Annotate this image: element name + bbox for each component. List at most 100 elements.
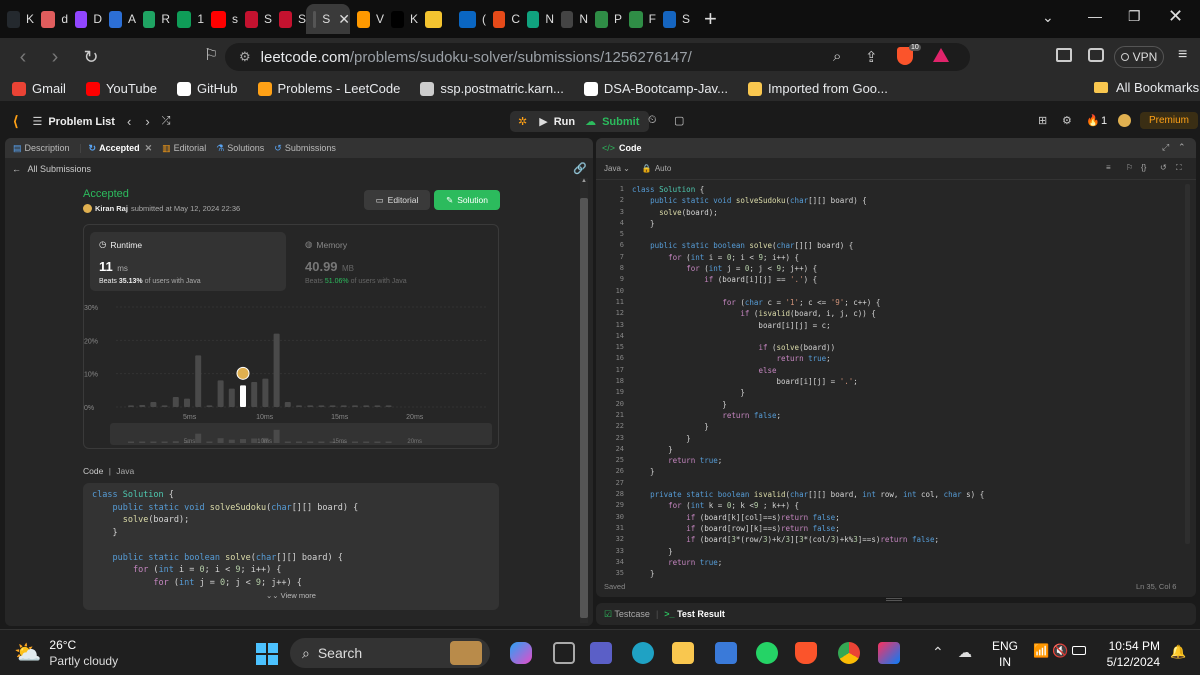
browser-tab[interactable]: A [102,4,136,34]
brave-rewards-icon[interactable] [933,48,949,62]
browser-tab[interactable]: ( [452,4,486,34]
tab-submissions[interactable]: ↺ Submissions [274,143,336,154]
chart-bar[interactable] [217,380,224,407]
bookmark-item[interactable]: Problems - LeetCode [257,81,400,96]
chart-bar[interactable] [318,405,325,407]
close-tab-icon[interactable]: ✕ [145,143,153,154]
browser-tab[interactable]: 1 [170,4,204,34]
browser-tab[interactable]: K [0,4,34,34]
close-tab-icon[interactable]: ✕ [338,11,350,28]
chart-bar[interactable] [307,405,314,407]
whatsapp-icon[interactable] [756,642,778,664]
bookmark-item[interactable]: Imported from Goo... [747,81,888,96]
chart-bar[interactable] [128,405,134,407]
editorial-button[interactable]: ▭ Editorial [364,190,430,210]
weather-widget[interactable]: ⛅ 26°C Partly cloudy [14,637,118,669]
braces-icon[interactable]: {} [1141,163,1146,172]
browser-tab[interactable]: R [136,4,170,34]
user-avatar[interactable] [83,204,92,213]
chart-bar[interactable] [251,382,258,407]
chart-bar[interactable] [150,402,157,407]
chart-bar[interactable] [172,397,179,407]
site-settings-icon[interactable]: ⚙ [239,49,251,65]
chart-bar[interactable] [363,405,370,407]
chart-bar[interactable] [262,378,269,407]
task-view-icon[interactable] [553,642,575,664]
volume-mute-icon[interactable]: 🔇 [1052,643,1068,659]
scroll-thumb[interactable] [580,198,588,618]
browser-tab[interactable]: N [520,4,554,34]
browser-tab[interactable]: S ✕ [306,4,350,34]
problem-list-label[interactable]: Problem List [48,116,115,128]
chrome-icon[interactable] [838,642,860,664]
chart-bar[interactable] [340,405,347,407]
submit-button[interactable]: Submit [596,116,649,128]
wallet-icon[interactable] [1088,48,1104,62]
browser-tab[interactable]: S [238,4,272,34]
memory-card[interactable]: ◍ Memory 40.99 MB Beats 51.06% of users w… [296,232,492,291]
all-submissions-link[interactable]: ← All Submissions [12,164,91,174]
premium-button[interactable]: Premium [1140,112,1199,129]
taskbar-search[interactable]: ⌕ Search [290,638,490,668]
chart-bar[interactable] [139,405,146,407]
chart-bar[interactable] [195,355,202,407]
auto-label[interactable]: Auto [655,164,671,173]
browser-tab[interactable]: K [384,4,418,34]
onedrive-icon[interactable]: ☁ [958,644,972,661]
resize-handle[interactable] [886,598,902,601]
debug-icon[interactable]: ✲ [510,115,535,128]
lang-select[interactable]: Java ⌄ [604,164,630,173]
wifi-icon[interactable]: 📶 [1033,643,1049,659]
intellij-icon[interactable] [878,642,900,664]
code-editor[interactable]: class Solution { public static void solv… [632,184,1182,579]
tray-overflow-icon[interactable]: ⌃ [932,644,944,661]
user-name[interactable]: Kiran Raj [95,204,128,213]
solution-button[interactable]: ✎ Solution [434,190,500,210]
browser-tab[interactable] [418,4,452,34]
copy-link-icon[interactable]: 🔗 [573,162,587,175]
teams-icon[interactable] [590,642,612,664]
back-button[interactable]: ‹ [10,46,36,69]
bookmark-item[interactable]: ssp.postmatric.karn... [420,81,564,96]
clock[interactable]: 10:54 PM 5/12/2024 [1104,638,1160,670]
reload-button[interactable]: ↻ [78,47,104,68]
all-bookmarks[interactable]: All Bookmarks [1094,80,1199,95]
bookmark-item[interactable]: YouTube [85,81,157,96]
minimize-button[interactable]: — [1088,8,1102,24]
chart-bar[interactable] [284,402,291,407]
vpn-button[interactable]: VPN [1114,46,1164,68]
streak-count[interactable]: 1 [1101,115,1107,127]
tab-editorial[interactable]: ▥ Editorial [162,143,206,154]
forward-button[interactable]: › [42,46,68,69]
chart-bar[interactable] [329,405,336,407]
bookmark-item[interactable]: DSA-Bootcamp-Jav... [583,81,728,96]
language-indicator[interactable]: ENG IN [992,638,1018,670]
chart-bar[interactable] [240,385,246,407]
timer-icon[interactable]: ⏲ [648,114,657,127]
browser-tab[interactable]: D [68,4,102,34]
sidebar-toggle-icon[interactable] [1056,48,1072,62]
browser-tab[interactable]: C [486,4,520,34]
browser-tab[interactable]: N [554,4,588,34]
scroll-up-icon[interactable]: ▲ [580,178,588,184]
copilot-icon[interactable] [510,642,532,664]
collapse-icon[interactable]: ⌃ [1178,142,1186,153]
chart-bar[interactable] [184,398,190,407]
new-tab-button[interactable]: + [704,6,717,32]
notification-bell-icon[interactable]: 🔔 [1170,644,1186,660]
edge-icon[interactable] [632,642,654,664]
editor-scrollbar[interactable] [1185,184,1190,544]
chart-bar[interactable] [374,405,381,407]
share-icon[interactable]: ⇪ [865,48,878,66]
avatar[interactable] [1118,114,1131,127]
expand-icon[interactable]: ⤢ [1162,142,1169,153]
browser-tab[interactable]: S [272,4,306,34]
shuffle-icon[interactable]: ⤮ [162,115,171,128]
next-problem-icon[interactable]: › [145,114,149,129]
bookmark-item[interactable]: Gmail [12,81,66,96]
chart-bar[interactable] [296,405,302,407]
settings-icon[interactable]: ⚙ [1062,114,1072,127]
url-field[interactable]: ⚙ leetcode.com/problems/sudoku-solver/su… [225,43,970,71]
file-explorer-icon[interactable] [672,642,694,664]
browser-tab[interactable]: s [204,4,238,34]
